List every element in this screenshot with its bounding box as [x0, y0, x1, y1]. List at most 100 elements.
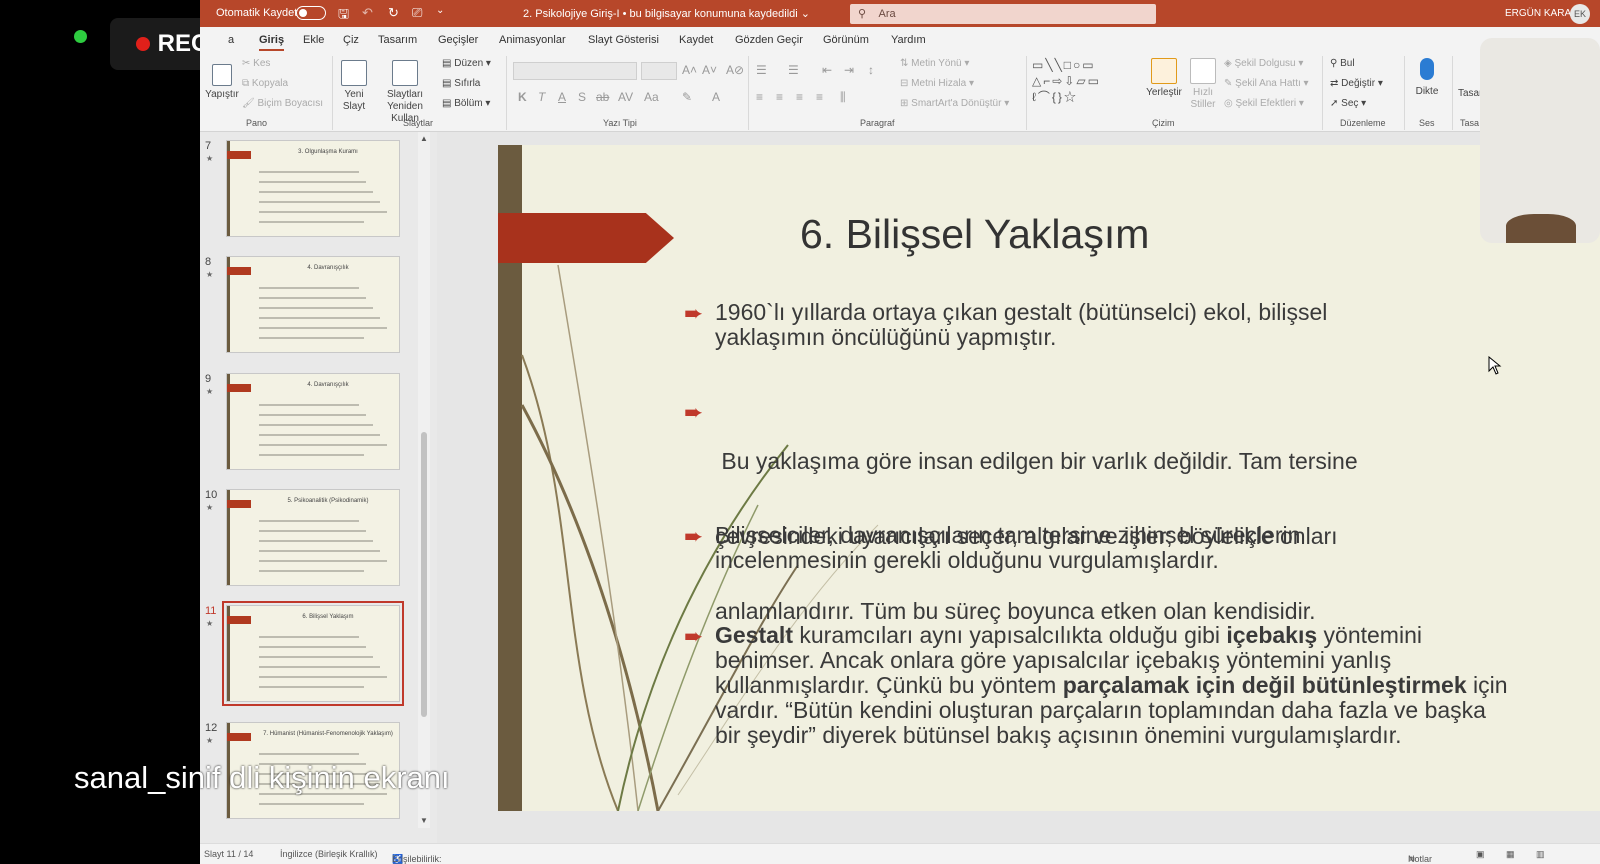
slide-thumbnail[interactable]: 5. Psikoanalitik (Psikodinamik)	[226, 489, 400, 586]
shapes-gallery[interactable]: ▭╲╲□○▭ △⌐⇨⇩▱▭ ℓ⌒{}☆	[1032, 57, 1136, 107]
scroll-up-icon[interactable]: ▲	[420, 134, 428, 143]
current-slide[interactable]: 6. Bilişsel Yaklaşım ➨ 1960`lı yıllarda …	[498, 145, 1600, 811]
thumbnails-scrollbar[interactable]: ▲ ▼	[418, 132, 430, 828]
group-label-duzenleme: Düzenleme	[1340, 118, 1386, 128]
shape-fill-button[interactable]: ◈ Şekil Dolgusu ▾	[1224, 58, 1303, 70]
slide-title[interactable]: 6. Bilişsel Yaklaşım	[800, 211, 1149, 258]
font-size-select[interactable]	[641, 62, 677, 80]
search-placeholder: Ara	[878, 8, 896, 20]
normal-view-icon[interactable]: ▣	[1476, 849, 1485, 860]
slide-thumbnail[interactable]: 3. Olgunlaşma Kuramı	[226, 140, 400, 237]
divider	[1452, 56, 1453, 130]
bold-icon[interactable]: K	[518, 90, 527, 104]
copy-button[interactable]: ⧉ Kopyala	[242, 78, 288, 90]
change-case-icon[interactable]: Aa	[644, 90, 659, 104]
dictate-button[interactable]: Dikte	[1410, 58, 1444, 98]
presentation-icon[interactable]: ⎚	[412, 5, 422, 21]
tab-ciz[interactable]: Çiz	[343, 34, 359, 46]
tab-tasarim[interactable]: Tasarım	[378, 34, 417, 46]
tab-giris[interactable]: Giriş	[259, 34, 285, 51]
slide-paragraph-3[interactable]: Bilişselciler, davranışçıların tam tersi…	[715, 523, 1515, 573]
find-button[interactable]: ⚲ Bul	[1330, 58, 1355, 70]
line-spacing-icon[interactable]: ↕	[868, 63, 874, 77]
undo-icon[interactable]: ↶	[362, 5, 373, 21]
text-direction-button[interactable]: ⇅ Metin Yönü ▾	[900, 58, 969, 70]
redo-icon[interactable]: ↻	[388, 5, 399, 21]
cut-button[interactable]: ✂ Kes	[242, 58, 270, 70]
decrease-font-icon[interactable]: A˅	[702, 63, 717, 77]
slide-thumbnail[interactable]: 4. Davranışçılık	[226, 256, 400, 353]
tab-gorunum[interactable]: Görünüm	[823, 34, 869, 46]
numbering-icon[interactable]: ☰	[788, 63, 799, 77]
new-slide-button[interactable]: Yeni Slayt	[338, 60, 370, 113]
shape-effects-button[interactable]: ◎ Şekil Efektleri ▾	[1224, 98, 1304, 110]
reset-button[interactable]: ▤ Sıfırla	[442, 78, 480, 90]
tab-gecisler[interactable]: Geçişler	[438, 34, 478, 46]
slide-paragraph-4[interactable]: Gestalt kuramcıları aynı yapısalcılıkta …	[715, 623, 1515, 748]
user-name[interactable]: ERGÜN KARA	[1505, 8, 1571, 19]
align-left-icon[interactable]: ≡	[756, 90, 763, 104]
increase-font-icon[interactable]: A˄	[682, 63, 697, 77]
tab-ekle[interactable]: Ekle	[303, 34, 324, 46]
format-painter-button[interactable]: 🖌 Biçim Boyacısı	[242, 98, 323, 110]
align-text-button[interactable]: ⊟ Metni Hizala ▾	[900, 78, 974, 90]
slide-thumbnail[interactable]: 6. Bilişsel Yaklaşım	[222, 601, 404, 706]
bullets-icon[interactable]: ☰	[756, 63, 767, 77]
quick-styles-button[interactable]: Hızlı Stiller	[1188, 58, 1218, 111]
bullet-arrow-icon: ➨	[684, 523, 704, 549]
tab-slayt-gosterisi[interactable]: Slayt Gösterisi	[588, 34, 659, 46]
section-button[interactable]: ▤ Bölüm ▾	[442, 98, 490, 110]
slide-paragraph-1[interactable]: 1960`lı yıllarda ortaya çıkan gestalt (b…	[715, 300, 1515, 350]
tab-kaydet[interactable]: Kaydet	[679, 34, 713, 46]
replace-button[interactable]: ⇄ Değiştir ▾	[1330, 78, 1383, 90]
shape-outline-button[interactable]: ✎ Şekil Ana Hattı ▾	[1224, 78, 1309, 90]
decrease-indent-icon[interactable]: ⇤	[822, 63, 832, 77]
reading-view-icon[interactable]: ▥	[1536, 849, 1545, 860]
justify-icon[interactable]: ≡	[816, 90, 823, 104]
tab-dosya[interactable]: a	[228, 34, 234, 46]
document-title[interactable]: 2. Psikolojiye Giriş-I • bu bilgisayar k…	[523, 7, 810, 20]
clear-format-icon[interactable]: A⊘	[726, 63, 744, 77]
language-indicator[interactable]: İngilizce (Birleşik Krallık)	[280, 849, 378, 859]
align-center-icon[interactable]: ≡	[776, 90, 783, 104]
reuse-slides-button[interactable]: Slaytları Yeniden Kullan	[372, 60, 438, 125]
customize-qat-icon[interactable]: ⌄	[436, 5, 444, 16]
avatar[interactable]: EK	[1570, 4, 1590, 24]
scroll-down-icon[interactable]: ▼	[420, 816, 428, 825]
slide-thumbnail[interactable]: 4. Davranışçılık	[226, 373, 400, 470]
font-color-icon[interactable]: A	[712, 90, 720, 104]
tab-animasyonlar[interactable]: Animasyonlar	[499, 34, 566, 46]
columns-icon[interactable]: ⫼	[840, 90, 846, 105]
layout-button[interactable]: ▤ Düzen ▾	[442, 58, 491, 70]
char-spacing-icon[interactable]: AV	[618, 90, 633, 104]
tab-yardim[interactable]: Yardım	[891, 34, 926, 46]
autosave-toggle[interactable]	[296, 6, 326, 20]
paragraph-line: incelenmesinin gerekli olduğunu vurgulam…	[715, 547, 1219, 573]
slide-sorter-icon[interactable]: ▦	[1506, 849, 1515, 860]
increase-indent-icon[interactable]: ⇥	[844, 63, 854, 77]
slide-number: 8	[205, 256, 212, 268]
thumb-text-line	[259, 636, 359, 638]
tab-gozden-gecir[interactable]: Gözden Geçir	[735, 34, 803, 46]
thumb-text-line	[259, 753, 359, 755]
arrange-button[interactable]: Yerleştir	[1144, 58, 1184, 99]
thumb-text-line	[259, 181, 366, 183]
highlight-icon[interactable]: ✎	[682, 90, 692, 104]
search-box[interactable]: ⚲ Ara	[850, 4, 1156, 24]
scrollbar-thumb[interactable]	[421, 432, 427, 717]
divider	[748, 56, 749, 130]
strikethrough-icon[interactable]: ab	[596, 90, 609, 104]
italic-icon[interactable]: T	[538, 90, 545, 104]
underline-icon[interactable]: A	[558, 90, 566, 104]
paragraph-line: 1960`lı yıllarda ortaya çıkan gestalt (b…	[715, 299, 1328, 325]
paste-button[interactable]: Yapıştır	[204, 64, 240, 101]
thumb-text-line	[259, 434, 380, 436]
align-text-label: Metni Hizala	[911, 78, 967, 89]
select-button[interactable]: ➚ Seç ▾	[1330, 98, 1366, 110]
paragraph-line: Bilişselciler, davranışçıların tam tersi…	[715, 522, 1301, 548]
align-right-icon[interactable]: ≡	[796, 90, 803, 104]
shadow-icon[interactable]: S	[578, 90, 586, 104]
save-icon[interactable]: 🖫	[338, 5, 349, 27]
smartart-button[interactable]: ⊞ SmartArt'a Dönüştür ▾	[900, 98, 1009, 110]
font-name-select[interactable]	[513, 62, 637, 80]
